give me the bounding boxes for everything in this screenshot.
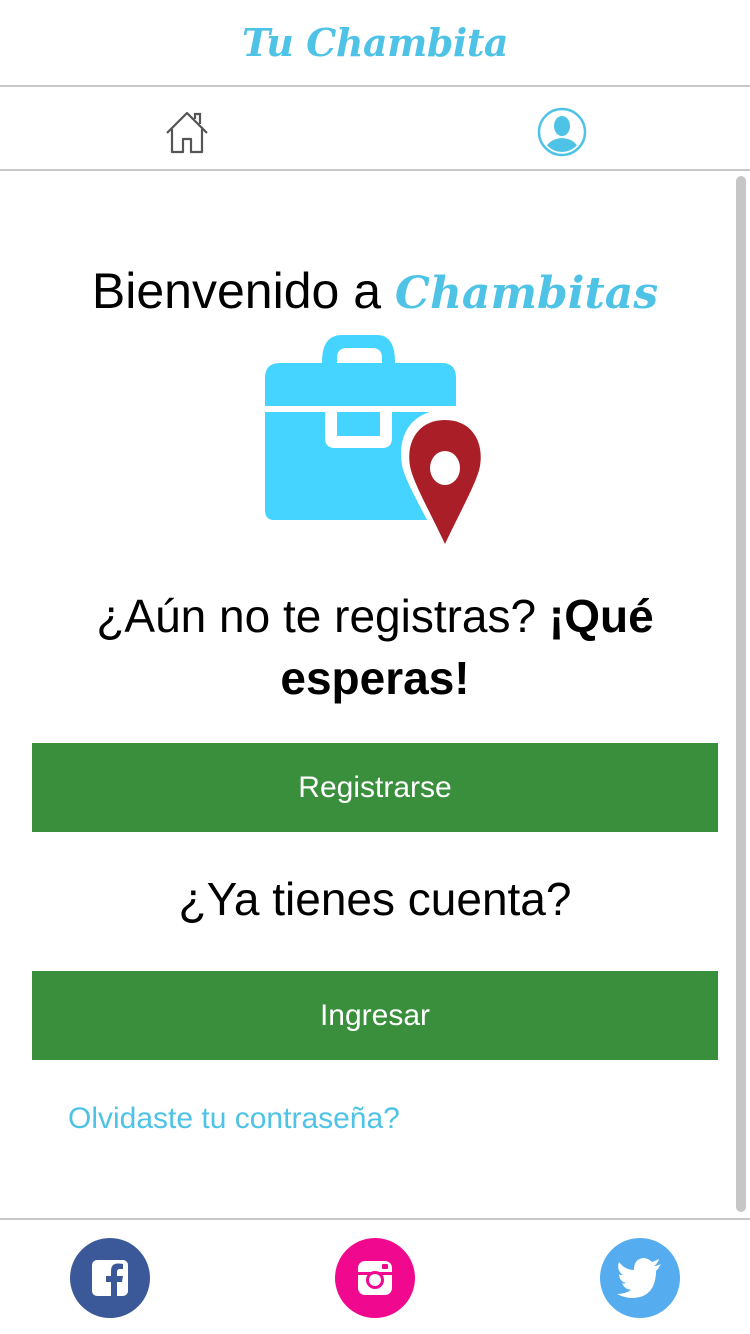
app-header: Tu Chambita [0,0,750,87]
app-title: Tu Chambita [241,20,509,65]
scrollbar[interactable] [736,176,746,1212]
register-prompt: ¿Aún no te registras? ¡Qué esperas! [40,585,710,709]
register-button[interactable]: Registrarse [32,743,718,832]
welcome-brand: Chambitas [394,268,659,319]
home-icon [166,111,208,154]
nav-bar [0,89,750,171]
instagram-icon [358,1261,392,1295]
nav-profile-button[interactable] [537,107,587,157]
twitter-button[interactable] [600,1238,680,1318]
login-prompt: ¿Ya tienes cuenta? [178,873,572,925]
facebook-button[interactable] [70,1238,150,1318]
welcome-heading: Bienvenido a Chambitas [0,262,750,320]
footer-social-bar [0,1218,750,1334]
briefcase-location-icon [265,335,489,555]
welcome-prefix: Bienvenido a [91,263,395,319]
login-button[interactable]: Ingresar [32,971,718,1060]
register-prompt-text: ¿Aún no te registras? [96,590,549,642]
nav-home-button[interactable] [162,107,212,157]
user-icon [537,107,587,157]
twitter-icon [617,1258,661,1298]
forgot-password-link[interactable]: Olvidaste tu contraseña? [68,1102,400,1136]
instagram-button[interactable] [335,1238,415,1318]
facebook-icon [92,1260,128,1296]
